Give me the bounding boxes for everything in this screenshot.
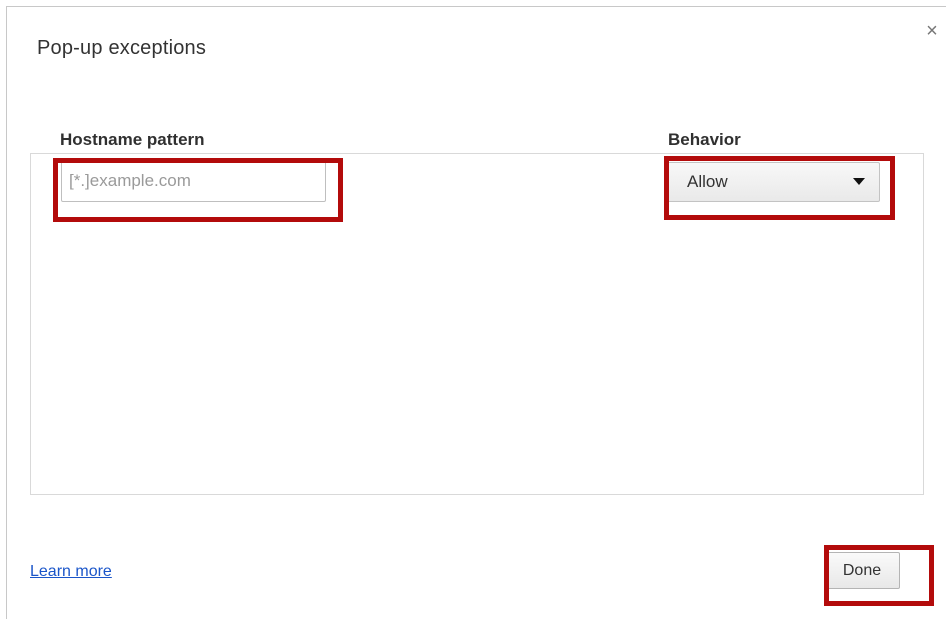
done-button[interactable]: Done	[824, 552, 900, 589]
exceptions-list	[30, 153, 924, 495]
dropdown-arrow-icon	[853, 178, 865, 185]
hostname-pattern-header: Hostname pattern	[60, 130, 205, 149]
behavior-header: Behavior	[668, 130, 741, 149]
learn-more-link[interactable]: Learn more	[30, 563, 112, 581]
close-icon[interactable]: ×	[922, 21, 942, 41]
behavior-select[interactable]: Allow	[667, 162, 880, 202]
hostname-pattern-input[interactable]	[61, 160, 326, 202]
behavior-selected-value: Allow	[687, 172, 728, 191]
dialog-title: Pop-up exceptions	[37, 37, 207, 59]
